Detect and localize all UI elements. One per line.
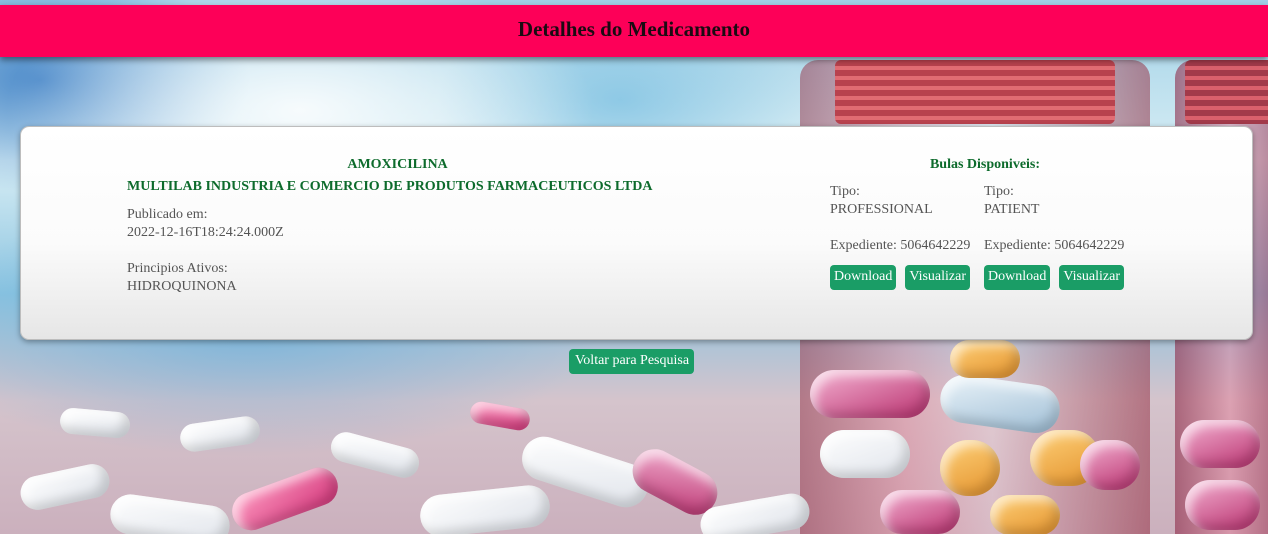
download-button[interactable]: Download	[830, 265, 897, 290]
capsule	[468, 399, 532, 433]
leaflet-type-value: PATIENT	[984, 202, 1040, 217]
capsule	[810, 370, 930, 418]
view-button[interactable]: Visualizar	[1059, 265, 1125, 290]
back-to-search-button[interactable]: Voltar para Pesquisa	[569, 349, 695, 374]
capsule	[1180, 420, 1260, 468]
page-title: Detalhes do Medicamento	[517, 17, 751, 41]
published-label: Publicado em:	[127, 207, 208, 222]
medication-name: AMOXICILINA	[347, 157, 448, 172]
capsule	[59, 406, 131, 440]
capsule	[178, 414, 262, 454]
capsule	[226, 462, 344, 534]
leaflet-actions: Download Visualizar	[984, 265, 1134, 290]
available-leaflets: Bulas Disponiveis: Tipo: PROFESSIONAL Ex…	[830, 156, 1150, 290]
capsule	[17, 461, 113, 513]
manufacturer-name: MULTILAB INDUSTRIA E COMERCIO DE PRODUTO…	[127, 179, 653, 194]
capsule	[940, 440, 1000, 496]
leaflet-expediente: Expediente: 5064642229	[984, 238, 1125, 253]
capsule	[820, 430, 910, 478]
page-header: Detalhes do Medicamento	[0, 5, 1268, 57]
capsule	[950, 340, 1020, 378]
leaflet-actions: Download Visualizar	[830, 265, 980, 290]
leaflet-item-professional: Tipo: PROFESSIONAL Expediente: 506464222…	[830, 183, 980, 290]
published-value: 2022-12-16T18:24:24.000Z	[127, 225, 284, 240]
capsule	[107, 491, 233, 534]
leaflet-type-label: Tipo:	[984, 184, 1014, 199]
capsule	[880, 490, 960, 534]
leaflets-title: Bulas Disponiveis:	[929, 157, 1041, 172]
active-ingredients-value: HIDROQUINONA	[127, 279, 237, 294]
leaflet-item-patient: Tipo: PATIENT Expediente: 5064642229 Dow…	[984, 183, 1134, 290]
capsule	[327, 428, 423, 482]
medication-details-card: AMOXICILINA MULTILAB INDUSTRIA E COMERCI…	[20, 126, 1253, 340]
bottle-cap	[835, 60, 1115, 124]
leaflet-type-label: Tipo:	[830, 184, 860, 199]
bottle-cap	[1185, 60, 1268, 124]
leaflet-type-value: PROFESSIONAL	[830, 202, 933, 217]
view-button[interactable]: Visualizar	[905, 265, 971, 290]
active-ingredients-block: Principios Ativos: HIDROQUINONA	[127, 260, 687, 296]
capsule	[990, 495, 1060, 534]
capsule	[418, 483, 552, 534]
published-date-block: Publicado em: 2022-12-16T18:24:24.000Z	[127, 206, 687, 242]
active-ingredients-label: Principios Ativos:	[127, 261, 228, 276]
leaflet-expediente: Expediente: 5064642229	[830, 238, 971, 253]
capsule	[1185, 480, 1260, 530]
capsule	[1080, 440, 1140, 490]
medication-info: AMOXICILINA MULTILAB INDUSTRIA E COMERCI…	[127, 156, 687, 296]
download-button[interactable]: Download	[984, 265, 1051, 290]
